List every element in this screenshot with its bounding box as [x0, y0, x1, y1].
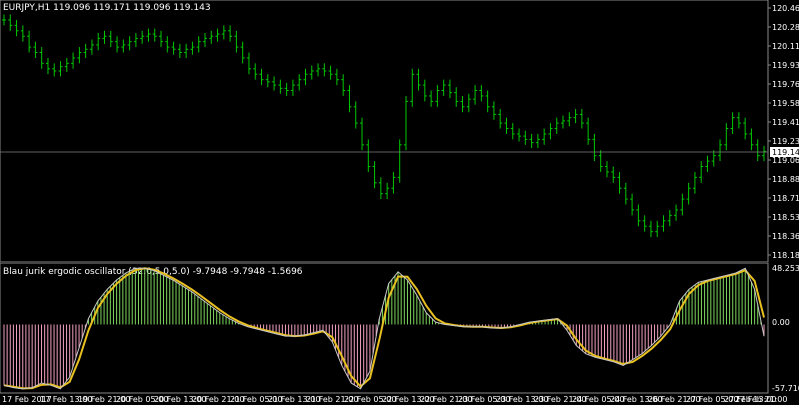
- indicator-panel[interactable]: Blau jurik ergodic oscillator (32.0,5.0,…: [0, 262, 799, 405]
- price-tick: 119.585: [772, 99, 799, 108]
- current-price-label: 119.143: [772, 148, 799, 157]
- osc-axis-top: 48.2535: [772, 264, 799, 273]
- price-tick: 119.935: [772, 61, 799, 70]
- price-tick: 119.410: [772, 118, 799, 127]
- price-tick: 120.285: [772, 23, 799, 32]
- indicator-title: Blau jurik ergodic oscillator (32.0,5.0,…: [3, 267, 303, 277]
- time-axis: 17 Feb 201717 Feb 13:0019 Feb 21:0020 Fe…: [2, 395, 787, 404]
- price-tick: 120.110: [772, 42, 799, 51]
- price-tick: 118.360: [772, 232, 799, 241]
- price-tick: 118.185: [772, 251, 799, 260]
- osc-axis-bottom: -57.7108: [772, 384, 799, 393]
- price-tick: 118.710: [772, 194, 799, 203]
- price-tick: 120.460: [772, 4, 799, 13]
- price-tick: 119.235: [772, 137, 799, 146]
- price-tick: 118.535: [772, 213, 799, 222]
- osc-axis-zero: 0.00: [772, 318, 790, 327]
- price-tick: 119.060: [772, 156, 799, 165]
- time-tick: 27 Feb 21:00: [735, 395, 787, 404]
- price-tick: 119.760: [772, 80, 799, 89]
- price-axis: 120.460 120.285 120.110 119.935 119.760 119.5…: [768, 4, 799, 260]
- main-chart-panel[interactable]: EURJPY,H1 119.096 119.171 119.096 119.14…: [0, 0, 799, 262]
- price-tick: 118.885: [772, 175, 799, 184]
- chart-title: EURJPY,H1 119.096 119.171 119.096 119.14…: [3, 3, 211, 13]
